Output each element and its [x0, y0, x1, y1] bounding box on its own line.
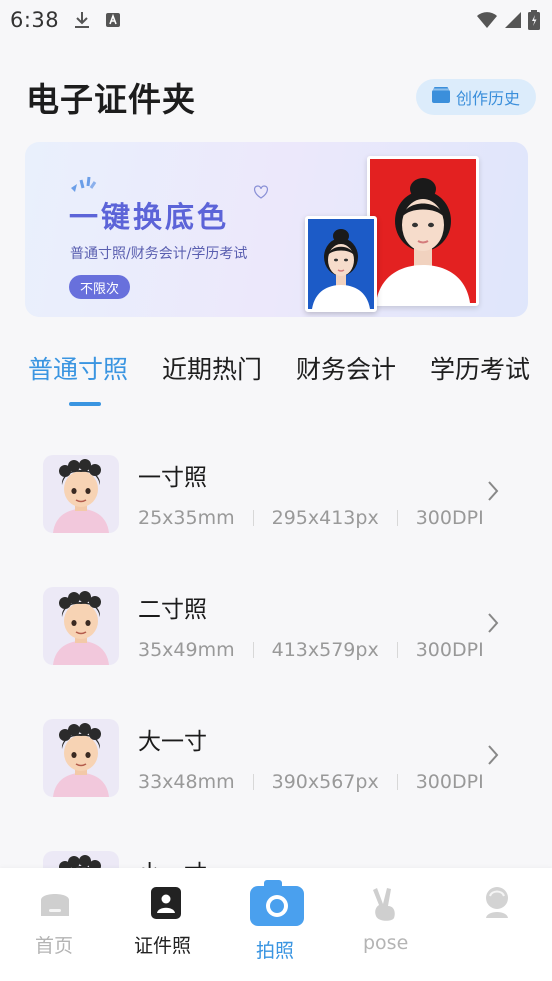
blue-background-photo [305, 216, 377, 312]
spec-size: 25x35mm [138, 507, 235, 529]
tab-label: 学历考试 [429, 355, 530, 384]
tab-finance-accounting[interactable]: 财务会计 [296, 350, 396, 410]
spec-pixels: 413x579px [271, 639, 379, 661]
header: 电子证件夹 创作历史 [26, 72, 536, 122]
list-item[interactable]: 一寸照 25x35mm 295x413px 300DPI [0, 440, 552, 540]
spec-divider [252, 642, 254, 658]
camera-icon [250, 878, 304, 930]
promo-banner[interactable]: 一键换底色 普通寸照/财务会计/学历考试 不限次 [25, 142, 528, 317]
id-card-icon [151, 887, 181, 923]
nav-id-photo[interactable]: 证件照 [130, 868, 204, 968]
signal-icon [504, 11, 522, 29]
spec-size: 33x48mm [138, 771, 235, 793]
home-icon [39, 888, 71, 922]
battery-icon [528, 10, 540, 30]
status-bar: 6:38 [0, 0, 552, 40]
nav-home[interactable]: 首页 [28, 868, 84, 968]
chevron-right-icon [486, 480, 500, 506]
item-title: 二寸照 [138, 597, 207, 623]
spec-dpi: 300DPI [415, 639, 484, 661]
page-title: 电子证件夹 [26, 80, 196, 119]
banner-title: 一键换底色 [69, 200, 230, 234]
tab-standard-photo[interactable]: 普通寸照 [28, 350, 128, 410]
cartoon-boy-thumbnail [43, 719, 119, 797]
tab-recent-popular[interactable]: 近期热门 [162, 350, 262, 410]
cartoon-boy-thumbnail [43, 455, 119, 533]
spec-dpi: 300DPI [415, 771, 484, 793]
nav-home-label: 首页 [35, 935, 74, 957]
list-item[interactable]: 二寸照 35x49mm 413x579px 300DPI [0, 572, 552, 672]
nav-profile[interactable] [472, 868, 522, 968]
nav-camera[interactable]: 拍照 [247, 868, 307, 968]
nav-camera-label: 拍照 [256, 940, 295, 962]
wifi-icon [476, 11, 498, 29]
item-title: 一寸照 [138, 465, 207, 491]
download-icon [73, 10, 91, 30]
creation-history-button[interactable]: 创作历史 [415, 79, 536, 115]
list-item[interactable]: 大一寸 33x48mm 390x567px 300DPI [0, 704, 552, 804]
creation-history-label: 创作历史 [455, 89, 520, 108]
tab-education-exam[interactable]: 学历考试 [430, 350, 530, 410]
spec-divider [396, 642, 398, 658]
spec-divider [252, 510, 254, 526]
category-tabs: 普通寸照 近期热门 财务会计 学历考试 [28, 350, 530, 410]
banner-subtitle: 普通寸照/财务会计/学历考试 [70, 246, 248, 262]
spec-divider [252, 774, 254, 790]
nav-pose[interactable]: pose [362, 868, 422, 968]
heart-doodle-icon [251, 184, 271, 204]
status-time: 6:38 [10, 8, 60, 32]
avatar-icon [482, 886, 512, 922]
spec-size: 35x49mm [138, 639, 235, 661]
active-tab-indicator [69, 402, 101, 406]
a-badge-icon [105, 12, 121, 28]
chevron-right-icon [486, 612, 500, 638]
cartoon-boy-thumbnail [43, 587, 119, 665]
item-specs: 25x35mm 295x413px 300DPI [138, 507, 484, 529]
item-specs: 35x49mm 413x579px 300DPI [138, 639, 484, 661]
spec-pixels: 390x567px [271, 771, 379, 793]
spec-pixels: 295x413px [271, 507, 379, 529]
item-specs: 33x48mm 390x567px 300DPI [138, 771, 484, 793]
banner-unlimited-badge: 不限次 [69, 275, 131, 299]
item-title: 大一寸 [138, 729, 207, 755]
spec-divider [396, 510, 398, 526]
tab-label: 近期热门 [161, 355, 262, 384]
peace-hand-icon [370, 886, 400, 926]
red-background-photo [367, 156, 479, 306]
bottom-nav: 首页 证件照 拍照 pose [0, 868, 552, 981]
spec-divider [396, 774, 398, 790]
folder-icon [431, 87, 450, 107]
spec-dpi: 300DPI [415, 507, 484, 529]
chevron-right-icon [486, 744, 500, 770]
tab-label: 普通寸照 [28, 355, 129, 384]
nav-id-photo-label: 证件照 [134, 935, 192, 957]
nav-pose-label: pose [363, 932, 409, 954]
tab-label: 财务会计 [295, 355, 396, 384]
